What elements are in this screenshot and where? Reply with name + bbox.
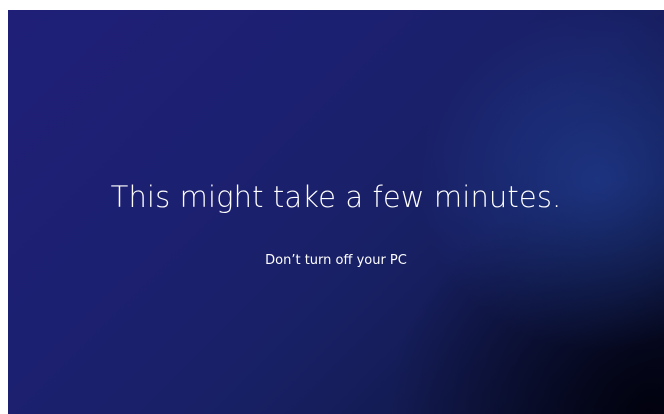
- update-screen: This might take a few minutes. Don’t tur…: [8, 10, 664, 414]
- update-subline: Don’t turn off your PC: [265, 253, 407, 268]
- update-headline: This might take a few minutes.: [110, 180, 562, 214]
- screenshot-frame: This might take a few minutes. Don’t tur…: [0, 0, 664, 414]
